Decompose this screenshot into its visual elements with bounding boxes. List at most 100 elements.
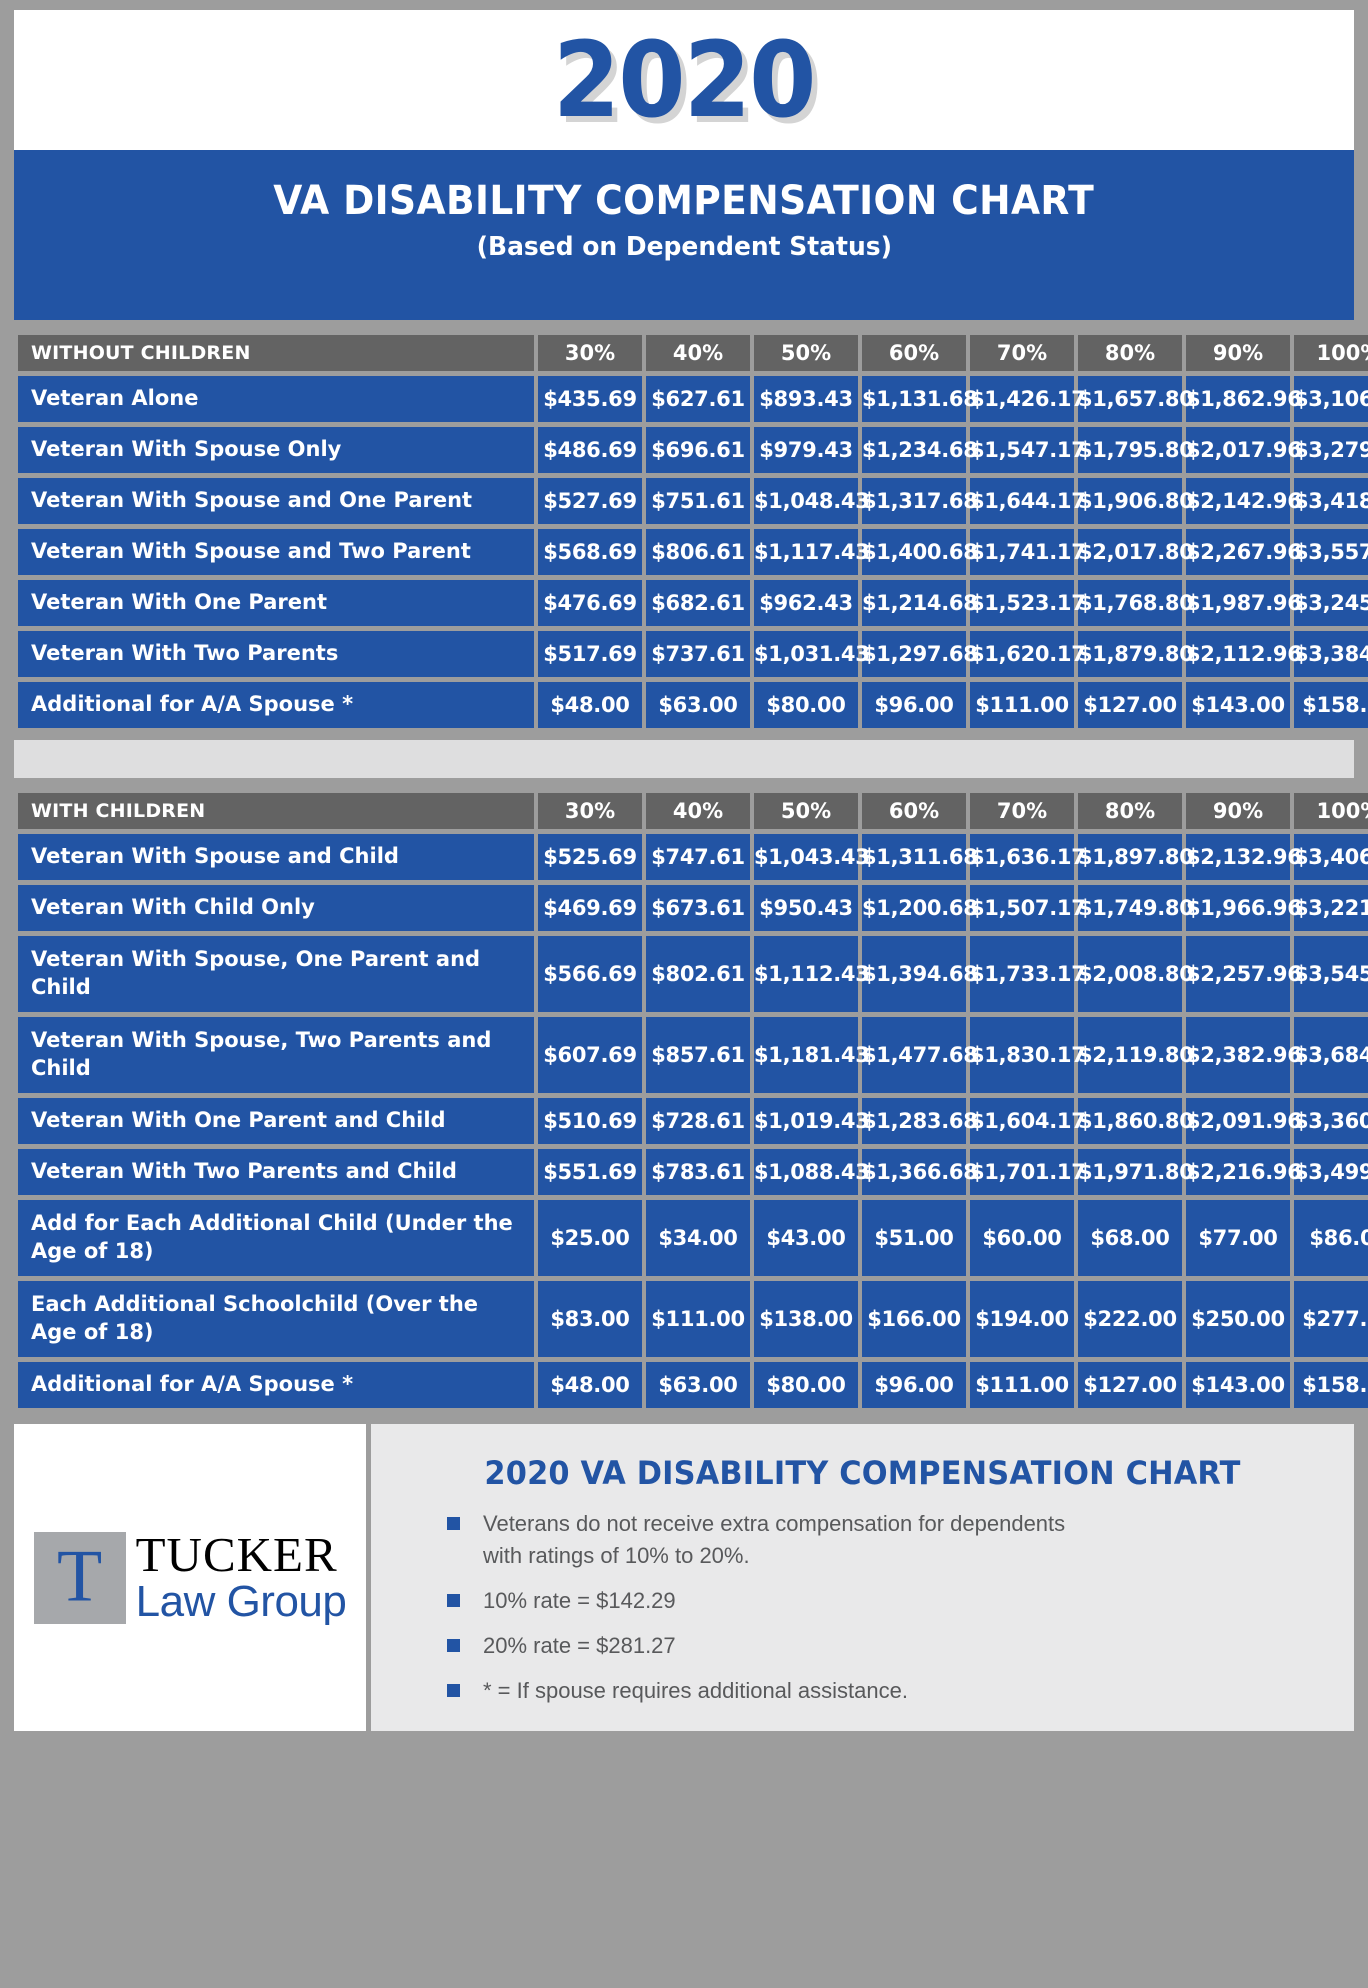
row-label: Veteran With Child Only — [18, 885, 534, 931]
rate-cell: $783.61 — [646, 1149, 750, 1195]
rate-cell: $3,684.00 — [1294, 1017, 1368, 1093]
rating-column-header: 80% — [1078, 335, 1182, 371]
rate-cell: $527.69 — [538, 478, 642, 524]
rate-cell: $1,019.43 — [754, 1098, 870, 1144]
table-row: Veteran With Spouse and Two Parent $568.6… — [18, 529, 1368, 575]
rate-cell: $250.00 — [1186, 1281, 1290, 1357]
table-head: WITHOUT CHILDREN 30% 40% 50% 60% 70% 80% 90% 100… — [18, 335, 1368, 371]
year-banner: 2020 — [14, 10, 1354, 150]
rate-cell: $1,523.17 — [970, 580, 1086, 626]
rate-cell: $158.82 — [1294, 1362, 1368, 1408]
section-divider — [14, 740, 1354, 778]
rate-cell: $2,112.96 — [1186, 631, 1302, 677]
rating-column-header: 70% — [970, 335, 1074, 371]
rate-cell: $96.00 — [862, 682, 966, 728]
rate-cell: $222.00 — [1078, 1281, 1182, 1357]
rate-cell: $1,906.80 — [1078, 478, 1194, 524]
rate-cell: $551.69 — [538, 1149, 642, 1195]
rate-cell: $3,279.22 — [1294, 427, 1368, 473]
table-row: Additional for A/A Spouse * $48.00 $63.00 $… — [18, 682, 1368, 728]
table-body: Veteran With Spouse and Child $525.69 $747… — [18, 834, 1368, 1408]
rate-cell: $111.00 — [970, 1362, 1074, 1408]
rate-cell: $486.69 — [538, 427, 642, 473]
rate-cell: $469.69 — [538, 885, 642, 931]
rate-cell: $566.69 — [538, 936, 642, 1012]
table-row: Add for Each Additional Child (Under the… — [18, 1200, 1368, 1276]
rating-column-header: 80% — [1078, 793, 1182, 829]
logo-name-top: TUCKER — [135, 1527, 338, 1583]
row-label: Veteran With Spouse and Child — [18, 834, 534, 880]
rate-cell: $806.61 — [646, 529, 750, 575]
table-body: Veteran Alone $435.69 $627.61 $893.43 $1,131… — [18, 376, 1368, 728]
rate-cell: $111.00 — [646, 1281, 750, 1357]
rate-cell: $751.61 — [646, 478, 750, 524]
rate-cell: $1,117.43 — [754, 529, 870, 575]
table-row: Veteran With Spouse, One Parent and Chil… — [18, 936, 1368, 1012]
tucker-law-group-logo: TUCKER Law Group — [33, 1527, 347, 1624]
rate-cell: $1,477.68 — [862, 1017, 978, 1093]
rating-column-header: 30% — [538, 335, 642, 371]
poster-root: 2020 VA DISABILITY COMPENSATION CHART (B… — [0, 0, 1368, 1988]
table-row: Veteran With One Parent and Child $510.69… — [18, 1098, 1368, 1144]
row-label: Additional for A/A Spouse * — [18, 682, 534, 728]
rate-cell: $747.61 — [646, 834, 750, 880]
rate-cell: $1,657.80 — [1078, 376, 1194, 422]
rate-cell: $1,311.68 — [862, 834, 978, 880]
rate-cell: $517.69 — [538, 631, 642, 677]
rate-cell: $3,106.04 — [1294, 376, 1368, 422]
rate-cell: $1,283.68 — [862, 1098, 978, 1144]
rate-cell: $1,987.96 — [1186, 580, 1302, 626]
rate-cell: $1,088.43 — [754, 1149, 870, 1195]
rate-cell: $166.00 — [862, 1281, 966, 1357]
rating-column-header: 60% — [862, 793, 966, 829]
rate-cell: $1,297.68 — [862, 631, 978, 677]
table-with-children-wrap: WITH CHILDREN30%40%50%60%70%80%90%100% V… — [14, 788, 1368, 1413]
rate-cell: $1,966.96 — [1186, 885, 1302, 931]
rating-column-header: 90% — [1186, 335, 1290, 371]
rate-cell: $48.00 — [538, 1362, 642, 1408]
rate-cell: $80.00 — [754, 682, 858, 728]
rate-cell: $1,741.17 — [970, 529, 1086, 575]
row-label: Veteran With Spouse, Two Parents and Chi… — [18, 1017, 534, 1093]
rate-cell: $63.00 — [646, 1362, 750, 1408]
rate-cell: $1,200.68 — [862, 885, 978, 931]
table-row: Veteran Alone $435.69 $627.61 $893.43 $1,131… — [18, 376, 1368, 422]
rating-column-header: 50% — [754, 335, 858, 371]
logo-box: TUCKER Law Group — [14, 1424, 366, 1731]
note-item: 20% rate = $281.27 — [447, 1630, 1087, 1662]
rate-cell: $962.43 — [754, 580, 858, 626]
rating-column-header: 100% — [1294, 793, 1368, 829]
rate-cell: $1,604.17 — [970, 1098, 1086, 1144]
row-label: Veteran With Two Parents and Child — [18, 1149, 534, 1195]
rate-cell: $979.43 — [754, 427, 858, 473]
rate-cell: $2,132.96 — [1186, 834, 1302, 880]
chart-subtitle: (Based on Dependent Status) — [476, 232, 892, 262]
rate-cell: $737.61 — [646, 631, 750, 677]
rate-cell: $2,017.96 — [1186, 427, 1302, 473]
table-row: Veteran With Spouse, Two Parents and Chi… — [18, 1017, 1368, 1093]
rate-cell: $682.61 — [646, 580, 750, 626]
rating-column-header: 40% — [646, 793, 750, 829]
rate-cell: $893.43 — [754, 376, 858, 422]
table-row: Veteran With Spouse and Child $525.69 $747… — [18, 834, 1368, 880]
table-row: Veteran With Child Only $469.69 $673.61 $95… — [18, 885, 1368, 931]
chart-title: VA DISABILITY COMPENSATION CHART — [273, 178, 1095, 224]
rate-cell: $86.05 — [1294, 1200, 1368, 1276]
table-row: Each Additional Schoolchild (Over the Ag… — [18, 1281, 1368, 1357]
table-row: Veteran With Two Parents and Child $551.6… — [18, 1149, 1368, 1195]
rate-cell: $1,214.68 — [862, 580, 978, 626]
rate-cell: $857.61 — [646, 1017, 750, 1093]
rate-cell: $1,768.80 — [1078, 580, 1194, 626]
table-without-children-wrap: WITHOUT CHILDREN 30% 40% 50% 60% 70% 80% 90% 100… — [14, 330, 1368, 733]
rate-cell: $1,234.68 — [862, 427, 978, 473]
rating-column-header: 100% — [1294, 335, 1368, 371]
year-text: 2020 — [553, 19, 817, 141]
rate-cell: $80.00 — [754, 1362, 858, 1408]
rate-cell: $1,426.17 — [970, 376, 1086, 422]
rate-cell: $143.00 — [1186, 682, 1290, 728]
rate-cell: $143.00 — [1186, 1362, 1290, 1408]
rate-cell: $1,644.17 — [970, 478, 1086, 524]
rate-cell: $2,008.80 — [1078, 936, 1194, 1012]
rate-cell: $1,394.68 — [862, 936, 978, 1012]
row-label: Veteran With One Parent — [18, 580, 534, 626]
